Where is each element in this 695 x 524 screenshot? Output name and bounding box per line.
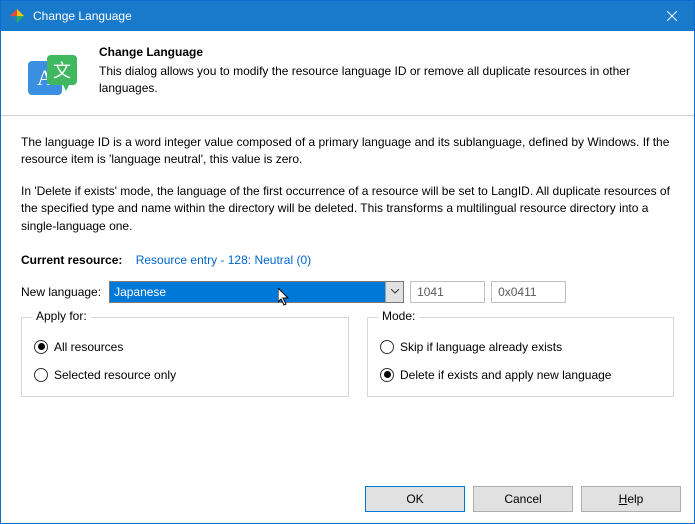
radio-all-resources[interactable]: All resources xyxy=(34,340,336,354)
radio-label: Delete if exists and apply new language xyxy=(400,368,611,382)
header-title: Change Language xyxy=(99,45,676,59)
current-resource-label: Current resource: xyxy=(21,253,122,267)
info-paragraph-2: In 'Delete if exists' mode, the language… xyxy=(21,183,674,235)
current-resource-link[interactable]: Resource entry - 128: Neutral (0) xyxy=(136,253,311,267)
language-icon: A 文 xyxy=(25,49,81,105)
radio-label: All resources xyxy=(54,340,123,354)
radio-selected-resource-only[interactable]: Selected resource only xyxy=(34,368,336,382)
cancel-button[interactable]: Cancel xyxy=(473,486,573,512)
new-language-select[interactable]: Japanese xyxy=(109,281,404,303)
mode-group: Mode: Skip if language already exists De… xyxy=(367,317,674,397)
lang-id-hex-field[interactable]: 0x0411 xyxy=(491,281,566,303)
header-description: This dialog allows you to modify the res… xyxy=(99,63,676,98)
window-title: Change Language xyxy=(33,9,132,23)
svg-text:文: 文 xyxy=(53,61,71,81)
chevron-down-icon xyxy=(385,282,403,302)
new-language-label: New language: xyxy=(21,285,101,299)
radio-icon xyxy=(380,368,394,382)
ok-button[interactable]: OK xyxy=(365,486,465,512)
close-icon xyxy=(667,11,677,21)
dialog-buttons: OK Cancel Help xyxy=(365,486,681,512)
mode-label: Mode: xyxy=(378,309,419,323)
close-button[interactable] xyxy=(649,1,694,31)
radio-label: Selected resource only xyxy=(54,368,176,382)
apply-for-group: Apply for: All resources Selected resour… xyxy=(21,317,349,397)
info-paragraph-1: The language ID is a word integer value … xyxy=(21,134,674,169)
cursor-icon xyxy=(278,288,294,308)
help-label-rest: elp xyxy=(627,492,643,506)
current-resource-row: Current resource: Resource entry - 128: … xyxy=(21,253,674,267)
radio-icon xyxy=(34,340,48,354)
apply-for-label: Apply for: xyxy=(32,309,91,323)
dialog-body: The language ID is a word integer value … xyxy=(1,116,694,407)
new-language-value: Japanese xyxy=(114,285,166,299)
radio-skip-if-exists[interactable]: Skip if language already exists xyxy=(380,340,661,354)
lang-id-decimal-field[interactable]: 1041 xyxy=(410,281,485,303)
radio-icon xyxy=(34,368,48,382)
radio-icon xyxy=(380,340,394,354)
titlebar: Change Language xyxy=(1,1,694,31)
radio-delete-if-exists[interactable]: Delete if exists and apply new language xyxy=(380,368,661,382)
dialog-header: A 文 Change Language This dialog allows y… xyxy=(1,31,694,116)
new-language-row: New language: Japanese 1041 0x0411 xyxy=(21,281,674,303)
radio-label: Skip if language already exists xyxy=(400,340,562,354)
help-button[interactable]: Help xyxy=(581,486,681,512)
app-icon xyxy=(9,8,25,24)
